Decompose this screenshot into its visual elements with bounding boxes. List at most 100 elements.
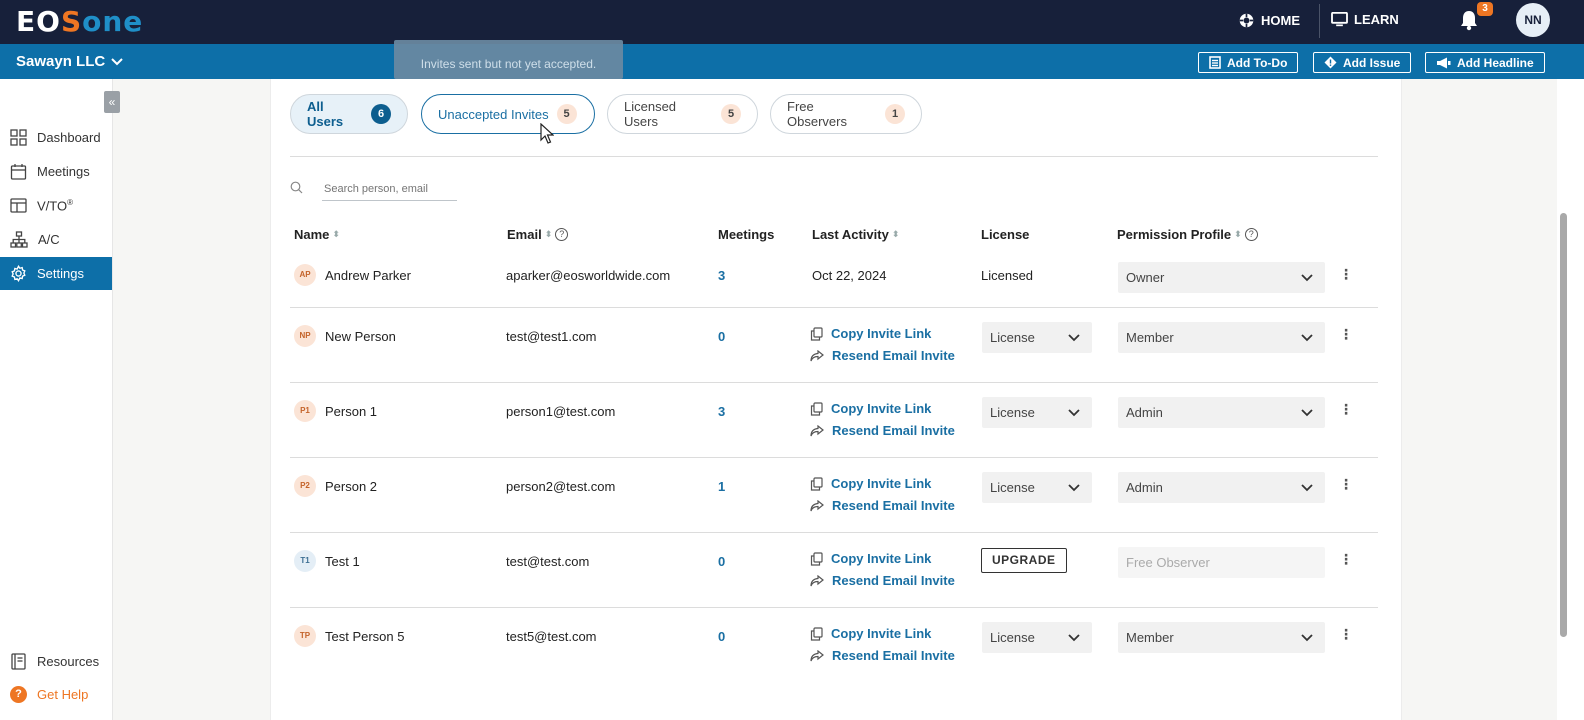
copy-invite-link[interactable]: Copy Invite Link	[810, 326, 931, 341]
more-options-icon[interactable]: ⋮	[1339, 551, 1353, 568]
more-options-icon[interactable]: ⋮	[1339, 476, 1353, 493]
table-row: NP New Person test@test1.com 0 Copy Invi…	[290, 308, 1378, 383]
sidebar-item-label: A/C	[38, 232, 60, 247]
monitor-icon	[1331, 12, 1348, 27]
meetings-count-link[interactable]: 0	[718, 329, 725, 344]
topbar-divider	[1319, 4, 1320, 38]
meetings-count-link[interactable]: 3	[718, 404, 725, 419]
add-issue-label: Add Issue	[1343, 55, 1401, 70]
sidebar-item-label: Settings	[37, 266, 84, 281]
user-email: person2@test.com	[506, 479, 616, 494]
copy-icon	[810, 551, 823, 566]
user-initials-avatar: NP	[294, 325, 316, 347]
select-value: License	[990, 480, 1035, 495]
more-options-icon[interactable]: ⋮	[1339, 266, 1353, 283]
copy-invite-link[interactable]: Copy Invite Link	[810, 476, 931, 491]
grid-icon	[10, 129, 27, 146]
filter-count: 1	[885, 104, 905, 124]
filter-free-observers[interactable]: Free Observers 1	[770, 94, 922, 134]
copy-icon	[810, 401, 823, 416]
filter-label: Free Observers	[787, 99, 847, 129]
page-scrollbar[interactable]	[1560, 213, 1567, 637]
copy-icon	[810, 626, 823, 641]
meetings-count-link[interactable]: 0	[718, 629, 725, 644]
filter-licensed-users[interactable]: Licensed Users 5	[607, 94, 758, 134]
layout-icon	[10, 198, 27, 213]
select-value: Member	[1126, 630, 1174, 645]
top-navigation-bar: EOSone HOME LEARN 3 NN	[0, 0, 1584, 44]
resend-email-invite-link[interactable]: Resend Email Invite	[810, 423, 955, 438]
resend-email-invite-link[interactable]: Resend Email Invite	[810, 498, 955, 513]
sidebar-item-meetings[interactable]: Meetings	[0, 155, 112, 188]
meetings-count-link[interactable]: 1	[718, 479, 725, 494]
notification-count-badge: 3	[1477, 2, 1493, 16]
select-value: Free Observer	[1126, 555, 1210, 570]
copy-icon	[810, 326, 823, 341]
more-options-icon[interactable]: ⋮	[1339, 626, 1353, 643]
search-icon	[290, 181, 303, 194]
add-todo-button[interactable]: Add To-Do	[1198, 52, 1299, 73]
meetings-count-link[interactable]: 0	[718, 554, 725, 569]
copy-invite-link[interactable]: Copy Invite Link	[810, 401, 931, 416]
user-name: Person 2	[325, 479, 378, 494]
resend-email-invite-link[interactable]: Resend Email Invite	[810, 573, 955, 588]
sidebar-item-label: Get Help	[37, 687, 89, 702]
permission-select[interactable]: Member	[1118, 322, 1325, 353]
chevron-down-icon	[1068, 483, 1080, 491]
copy-invite-link[interactable]: Copy Invite Link	[810, 551, 931, 566]
filter-count: 6	[371, 104, 391, 124]
table-row: AP Andrew Parker aparker@eosworldwide.co…	[290, 233, 1378, 308]
license-select[interactable]: License	[982, 397, 1092, 428]
add-headline-label: Add Headline	[1457, 55, 1534, 70]
collapse-sidebar-button[interactable]: «	[104, 91, 120, 113]
filter-all-users[interactable]: All Users 6	[290, 94, 408, 134]
meetings-count-link[interactable]: 3	[718, 268, 725, 283]
eos-one-logo[interactable]: EOSone	[16, 5, 143, 39]
permission-select[interactable]: Member	[1118, 622, 1325, 653]
last-activity: Oct 22, 2024	[812, 268, 887, 283]
user-name: Person 1	[325, 404, 378, 419]
chevron-down-icon	[1301, 408, 1313, 416]
sidebar-item-dashboard[interactable]: Dashboard	[0, 121, 112, 154]
filter-label: All Users	[307, 99, 344, 129]
filters-divider	[290, 156, 1378, 157]
table-row: T1 Test 1 test@test.com 0 Copy Invite Li…	[290, 533, 1378, 608]
permission-select[interactable]: Admin	[1118, 397, 1325, 428]
sidebar-item-resources[interactable]: Resources	[0, 645, 112, 678]
select-value: License	[990, 630, 1035, 645]
add-issue-button[interactable]: Add Issue	[1313, 52, 1412, 73]
permission-select[interactable]: Owner	[1118, 262, 1325, 293]
chevron-down-icon	[1301, 483, 1313, 491]
share-arrow-icon	[810, 649, 824, 661]
filter-unaccepted-invites[interactable]: Unaccepted Invites 5	[421, 94, 595, 134]
help-icon: ?	[10, 686, 27, 703]
user-initials-avatar: P1	[294, 400, 316, 422]
more-options-icon[interactable]: ⋮	[1339, 326, 1353, 343]
search-input[interactable]	[322, 178, 457, 201]
book-icon	[11, 653, 26, 670]
sidebar-item-get-help[interactable]: ? Get Help	[0, 678, 112, 711]
user-email: test@test.com	[506, 554, 590, 569]
more-options-icon[interactable]: ⋮	[1339, 401, 1353, 418]
user-avatar[interactable]: NN	[1516, 3, 1550, 37]
upgrade-button[interactable]: UPGRADE	[981, 548, 1067, 573]
resend-email-invite-link[interactable]: Resend Email Invite	[810, 348, 955, 363]
license-select[interactable]: License	[982, 622, 1092, 653]
permission-select[interactable]: Admin	[1118, 472, 1325, 503]
copy-invite-link[interactable]: Copy Invite Link	[810, 626, 931, 641]
license-select[interactable]: License	[982, 472, 1092, 503]
sidebar-item-vto[interactable]: V/TO®	[0, 189, 112, 222]
learn-link[interactable]: LEARN	[1331, 12, 1399, 27]
sidebar-item-settings[interactable]: Settings	[0, 257, 112, 290]
add-headline-button[interactable]: Add Headline	[1425, 52, 1545, 73]
sidebar-item-ac[interactable]: A/C	[0, 223, 112, 256]
home-link[interactable]: HOME	[1238, 12, 1300, 29]
user-name: Andrew Parker	[325, 268, 411, 283]
license-select[interactable]: License	[982, 322, 1092, 353]
resend-email-invite-link[interactable]: Resend Email Invite	[810, 648, 955, 663]
license-status: Licensed	[981, 268, 1034, 283]
chevron-down-icon	[1068, 633, 1080, 641]
org-switcher[interactable]: Sawayn LLC	[16, 53, 123, 70]
user-email: test5@test.com	[506, 629, 597, 644]
filter-label: Unaccepted Invites	[438, 106, 549, 122]
